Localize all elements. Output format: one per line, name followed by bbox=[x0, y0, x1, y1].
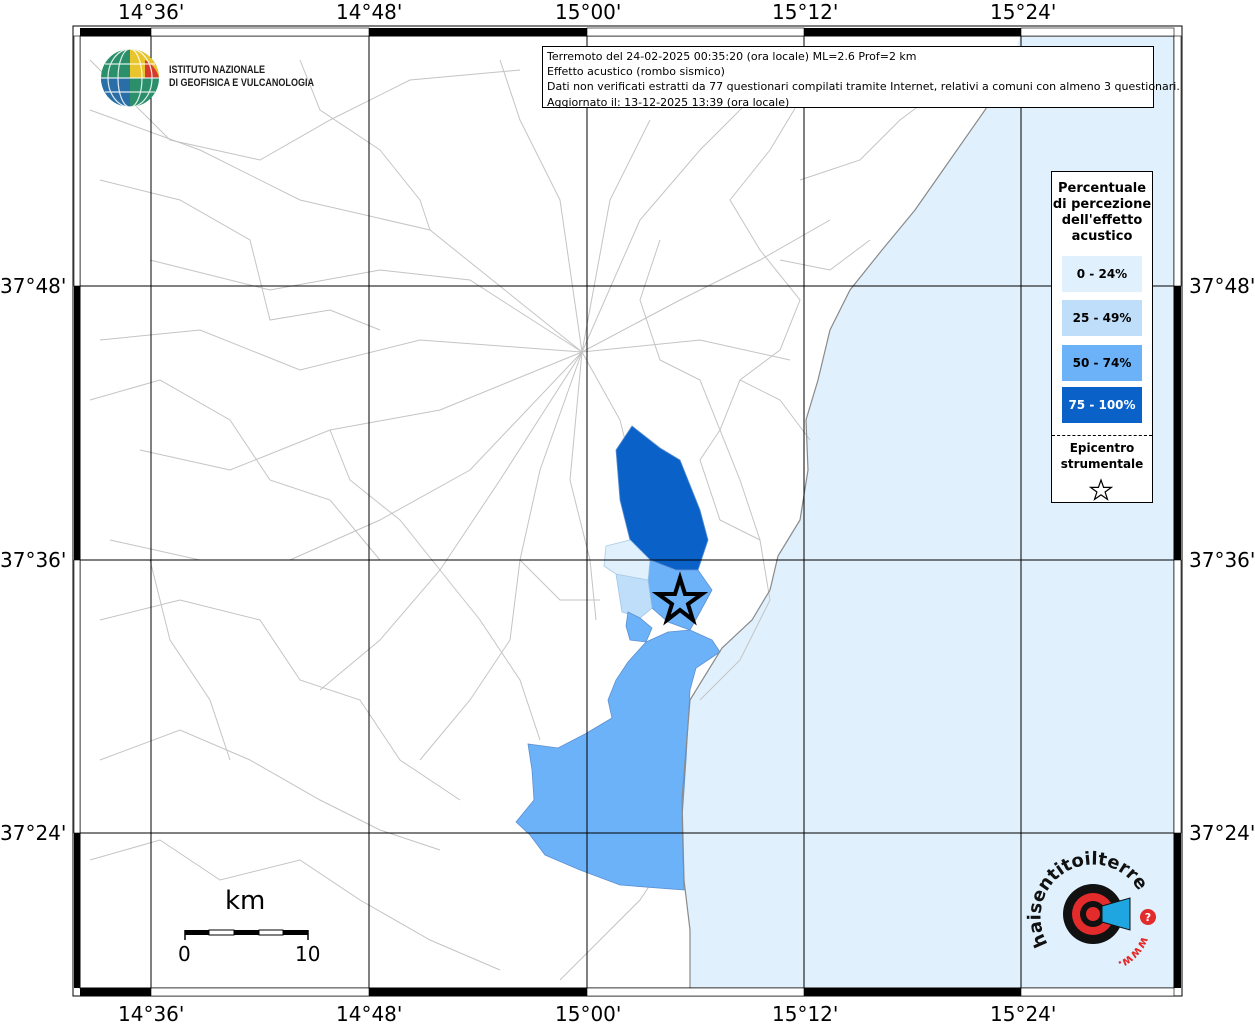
legend-class-label: 25 - 49% bbox=[1072, 311, 1132, 325]
legend-title: Percentuale di percezione dell'effetto a… bbox=[1052, 181, 1152, 245]
legend-class-label: 75 - 100% bbox=[1068, 398, 1136, 412]
legend: Percentuale di percezione dell'effetto a… bbox=[1051, 171, 1153, 503]
ingv-name: ISTITUTO NAZIONALE DI GEOFISICA E VULCAN… bbox=[169, 64, 314, 90]
lon-label-top: 15°00' bbox=[555, 0, 622, 24]
lon-label-top: 15°24' bbox=[990, 0, 1057, 24]
legend-epicenter-label: Epicentro strumentale bbox=[1052, 440, 1152, 472]
scale-bar bbox=[184, 929, 309, 940]
lon-label-bottom: 15°12' bbox=[772, 1002, 839, 1026]
legend-epicenter-line: strumentale bbox=[1060, 457, 1144, 471]
legend-class-box: 0 - 24% bbox=[1062, 256, 1142, 292]
lon-label-bottom: 15°24' bbox=[990, 1002, 1057, 1026]
legend-class-box: 25 - 49% bbox=[1062, 300, 1142, 336]
lat-label-left: 37°36' bbox=[0, 548, 67, 572]
lat-label-left: 37°48' bbox=[0, 274, 67, 298]
legend-title-line: acustico bbox=[1071, 229, 1133, 244]
lat-label-left: 37°24' bbox=[0, 821, 67, 845]
scale-max-label: 10 bbox=[295, 942, 321, 966]
lon-label-top: 14°36' bbox=[118, 0, 185, 24]
legend-class-label: 0 - 24% bbox=[1076, 267, 1128, 281]
legend-class-box: 50 - 74% bbox=[1062, 345, 1142, 381]
event-info-line: Terremoto del 24-02-2025 00:35:20 (ora l… bbox=[547, 50, 917, 63]
event-info-line: Effetto acustico (rombo sismico) bbox=[547, 65, 725, 79]
scale-title: km bbox=[225, 886, 266, 916]
event-info-line: Aggiornato il: 13-12-2025 13:39 (ora loc… bbox=[547, 95, 790, 109]
legend-class-box: 75 - 100% bbox=[1062, 387, 1142, 423]
event-info-box: Terremoto del 24-02-2025 00:35:20 (ora l… bbox=[542, 46, 1180, 109]
legend-title-line: Percentuale bbox=[1057, 181, 1147, 196]
lon-label-top: 15°12' bbox=[772, 0, 839, 24]
lat-label-right: 37°24' bbox=[1189, 821, 1255, 845]
star-icon bbox=[1088, 478, 1114, 501]
legend-epicenter-line: Epicentro bbox=[1069, 441, 1135, 455]
legend-title-line: dell'effetto bbox=[1061, 213, 1143, 228]
ingv-line-2: DI GEOFISICA E VULCANOLOGIA bbox=[169, 77, 314, 89]
lon-label-top: 14°48' bbox=[336, 0, 403, 24]
lon-label-bottom: 14°36' bbox=[118, 1002, 185, 1026]
event-info-line: Dati non verificati estratti da 77 quest… bbox=[547, 80, 1180, 94]
lon-label-bottom: 14°48' bbox=[336, 1002, 403, 1026]
legend-divider bbox=[1052, 435, 1152, 436]
zone-25-49 bbox=[615, 573, 653, 619]
ingv-line-1: ISTITUTO NAZIONALE bbox=[169, 64, 266, 76]
scale-min-label: 0 bbox=[178, 942, 191, 966]
lat-label-right: 37°48' bbox=[1189, 274, 1255, 298]
ingv-logo-icon bbox=[101, 48, 159, 108]
lat-label-right: 37°36' bbox=[1189, 548, 1255, 572]
legend-title-line: di percezione bbox=[1052, 197, 1152, 212]
svg-text:?: ? bbox=[1145, 911, 1151, 924]
legend-class-label: 50 - 74% bbox=[1072, 356, 1132, 370]
lon-label-bottom: 15°00' bbox=[555, 1002, 622, 1026]
map-canvas: ? haisentitoilterremoto.it www. bbox=[0, 0, 1183, 997]
